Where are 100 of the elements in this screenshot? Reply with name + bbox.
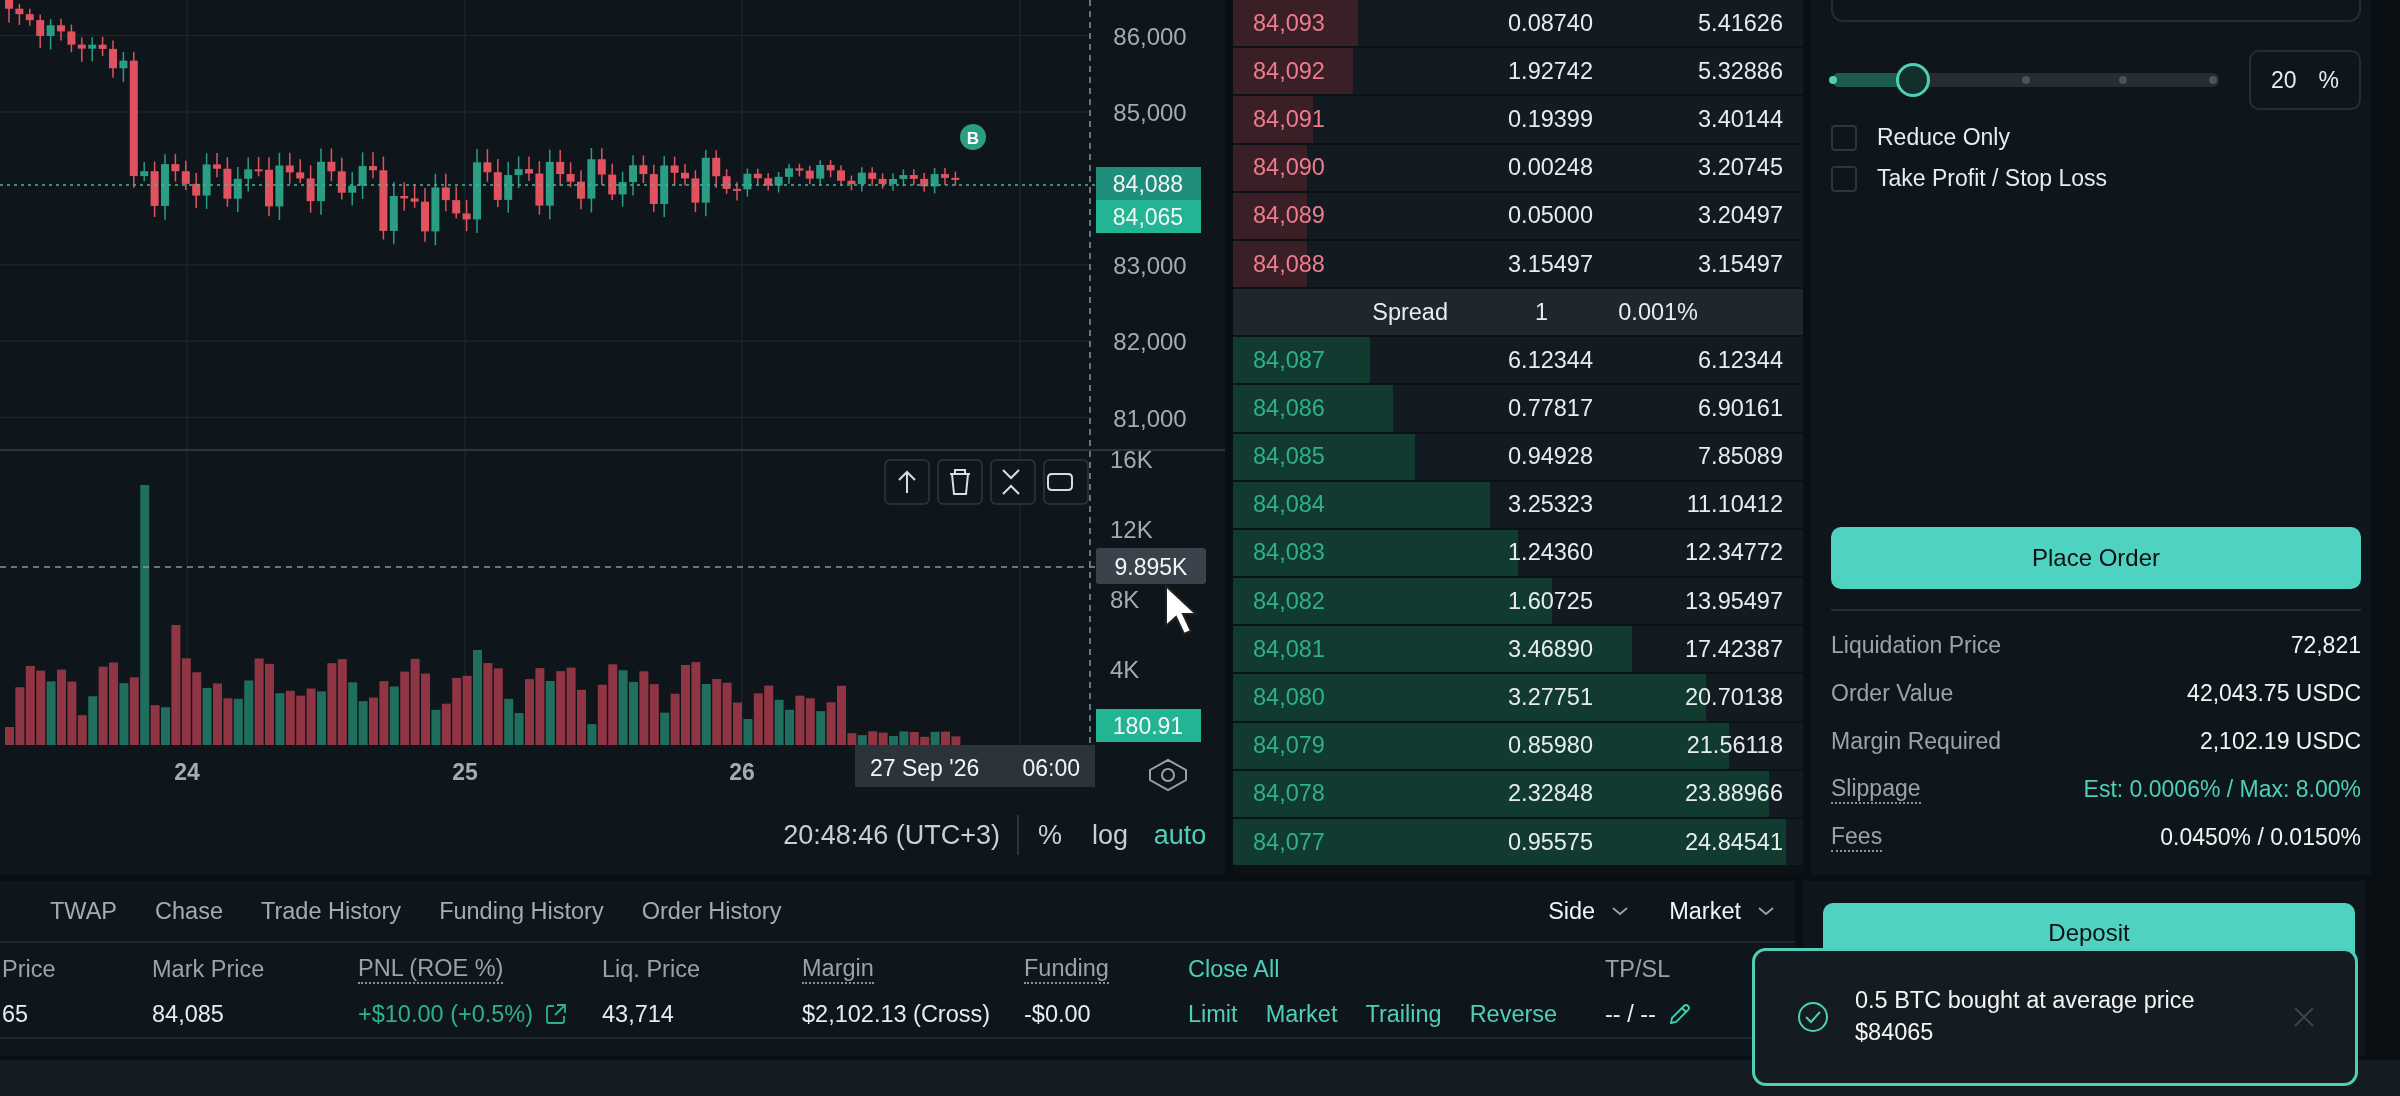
history-tab[interactable]: Trade History (248, 897, 414, 925)
history-tab[interactable]: Funding History (427, 897, 616, 925)
date-axis-label: 25 (452, 759, 478, 785)
order-total: 7.85089 (1697, 443, 1783, 471)
price-axis-label: 86,000 (1113, 22, 1187, 50)
close-action-link[interactable]: Trailing (1365, 1000, 1442, 1028)
order-total: 17.42387 (1683, 635, 1783, 663)
volume-axis-label: 4K (1110, 656, 1140, 683)
column-header: PNL (ROE %) (358, 954, 504, 984)
scale-option[interactable]: log (1092, 820, 1128, 850)
table-cell-text: 84,085 (152, 1000, 225, 1028)
order-total: 11.10412 (1685, 491, 1783, 519)
summary-label: Order Value (1831, 679, 1954, 707)
summary-value: 0.0450% / 0.0150% (2160, 823, 2361, 851)
table-cell-text: -$0.00 (1024, 1000, 1092, 1028)
column-header: TP/SL (1605, 955, 1671, 983)
ask-price: 84,093 (1252, 9, 1326, 37)
column-header: Liq. Price (602, 955, 700, 983)
column-header[interactable]: Close All (1188, 955, 1280, 983)
buy-marker: B (960, 124, 986, 150)
date-axis-label: 24 (174, 759, 200, 785)
order-size: 6.12344 (1507, 346, 1593, 374)
table-cell-text: $2,102.13 (Cross) (802, 1000, 992, 1028)
order-size: 0.08740 (1507, 9, 1593, 37)
summary-label: Margin Required (1831, 727, 2002, 755)
order-total: 3.15497 (1697, 250, 1783, 278)
date-axis-label: 26 (729, 759, 755, 785)
price-axis-label: 83,000 (1113, 251, 1187, 279)
order-total: 5.32886 (1697, 57, 1783, 85)
order-size: 3.27751 (1507, 684, 1593, 712)
crosshair-date-tag: 27 Sep '26 06:00 (855, 745, 1095, 787)
order-total: 23.88966 (1683, 780, 1783, 808)
close-action-link[interactable]: Reverse (1469, 1000, 1558, 1028)
volume-axis-label: 12K (1110, 516, 1153, 543)
history-tab[interactable]: Order History (629, 897, 794, 925)
price-axis-label: 85,000 (1113, 99, 1187, 126)
bid-price: 84,086 (1252, 394, 1326, 422)
order-total: 24.84541 (1683, 828, 1783, 856)
order-size: 3.15497 (1507, 250, 1593, 278)
column-header: Funding (1024, 954, 1109, 984)
bid-price: 84,081 (1252, 635, 1326, 663)
ask-price: 84,088 (1252, 250, 1326, 278)
summary-label: Fees (1831, 822, 1883, 852)
order-total: 5.41626 (1697, 9, 1783, 37)
spread-label: Spread (1371, 298, 1448, 326)
column-header: Margin (802, 954, 874, 984)
order-total: 20.70138 (1683, 684, 1783, 712)
history-tab[interactable]: Chase (143, 897, 235, 925)
order-size: 0.77817 (1507, 394, 1593, 422)
order-size: 3.25323 (1507, 491, 1593, 519)
column-header: Mark Price (152, 955, 265, 983)
bid-price: 84,082 (1252, 587, 1326, 615)
volume-tag: 180.91 (1096, 709, 1201, 742)
checkbox-label: Take Profit / Stop Loss (1877, 165, 2108, 192)
checkbox-label: Reduce Only (1877, 124, 2010, 151)
bid-price: 84,079 (1252, 732, 1326, 760)
order-size: 1.24360 (1507, 539, 1593, 567)
column-header: Price (2, 955, 56, 983)
price-tag: 84,065 (1096, 200, 1201, 233)
place-order-button[interactable]: Place Order (1831, 527, 2361, 589)
order-total: 3.20745 (1697, 154, 1783, 182)
order-size: 0.94928 (1507, 443, 1593, 471)
order-size: 3.46890 (1507, 635, 1593, 663)
summary-label: Slippage (1831, 774, 1921, 804)
ask-price: 84,090 (1252, 154, 1326, 182)
summary-value: 42,043.75 USDC (2187, 679, 2361, 707)
bid-price: 84,078 (1252, 780, 1326, 808)
order-total: 13.95497 (1683, 587, 1783, 615)
pnl-value: +$10.00 (+0.5%) (358, 1000, 534, 1028)
order-total: 3.40144 (1697, 105, 1783, 133)
table-cell-text: 65 (2, 1000, 30, 1028)
order-total: 3.20497 (1697, 202, 1783, 230)
bid-price: 84,085 (1252, 443, 1326, 471)
spread-percent: 0.001% (1617, 298, 1698, 326)
order-size: 1.60725 (1507, 587, 1593, 615)
order-size: 0.00248 (1507, 154, 1593, 182)
bid-price: 84,087 (1252, 346, 1326, 374)
scale-option[interactable]: % (1038, 820, 1062, 850)
clock-text: 20:48:46 (UTC+3) (783, 820, 1000, 850)
bid-price: 84,084 (1252, 491, 1326, 519)
percent-field[interactable]: 20 % (2249, 50, 2361, 110)
percent-unit: % (2318, 66, 2339, 94)
close-action-link[interactable]: Limit (1188, 1000, 1238, 1028)
order-size: 0.05000 (1507, 202, 1593, 230)
price-axis-label: 81,000 (1113, 404, 1187, 432)
price-axis-label: 82,000 (1113, 328, 1187, 356)
order-size: 0.85980 (1507, 732, 1593, 760)
percent-value: 20 (2270, 66, 2297, 94)
filter-dropdown[interactable]: Market (1663, 896, 1781, 926)
tp-sl-value: -- / -- (1605, 1000, 1656, 1028)
history-tab[interactable]: TWAP (38, 897, 129, 925)
scale-option[interactable]: auto (1153, 820, 1207, 850)
order-total: 6.12344 (1697, 346, 1783, 374)
spread-value: 1 (1533, 298, 1548, 326)
ask-price: 84,089 (1252, 202, 1326, 230)
toast-message: 0.5 BTC bought at average price $84065 (1855, 986, 2196, 1047)
summary-value: Est: 0.0006% / Max: 8.00% (2083, 775, 2361, 803)
order-total: 12.34772 (1683, 539, 1783, 567)
close-action-link[interactable]: Market (1265, 1000, 1338, 1028)
filter-dropdown[interactable]: Side (1542, 896, 1636, 926)
